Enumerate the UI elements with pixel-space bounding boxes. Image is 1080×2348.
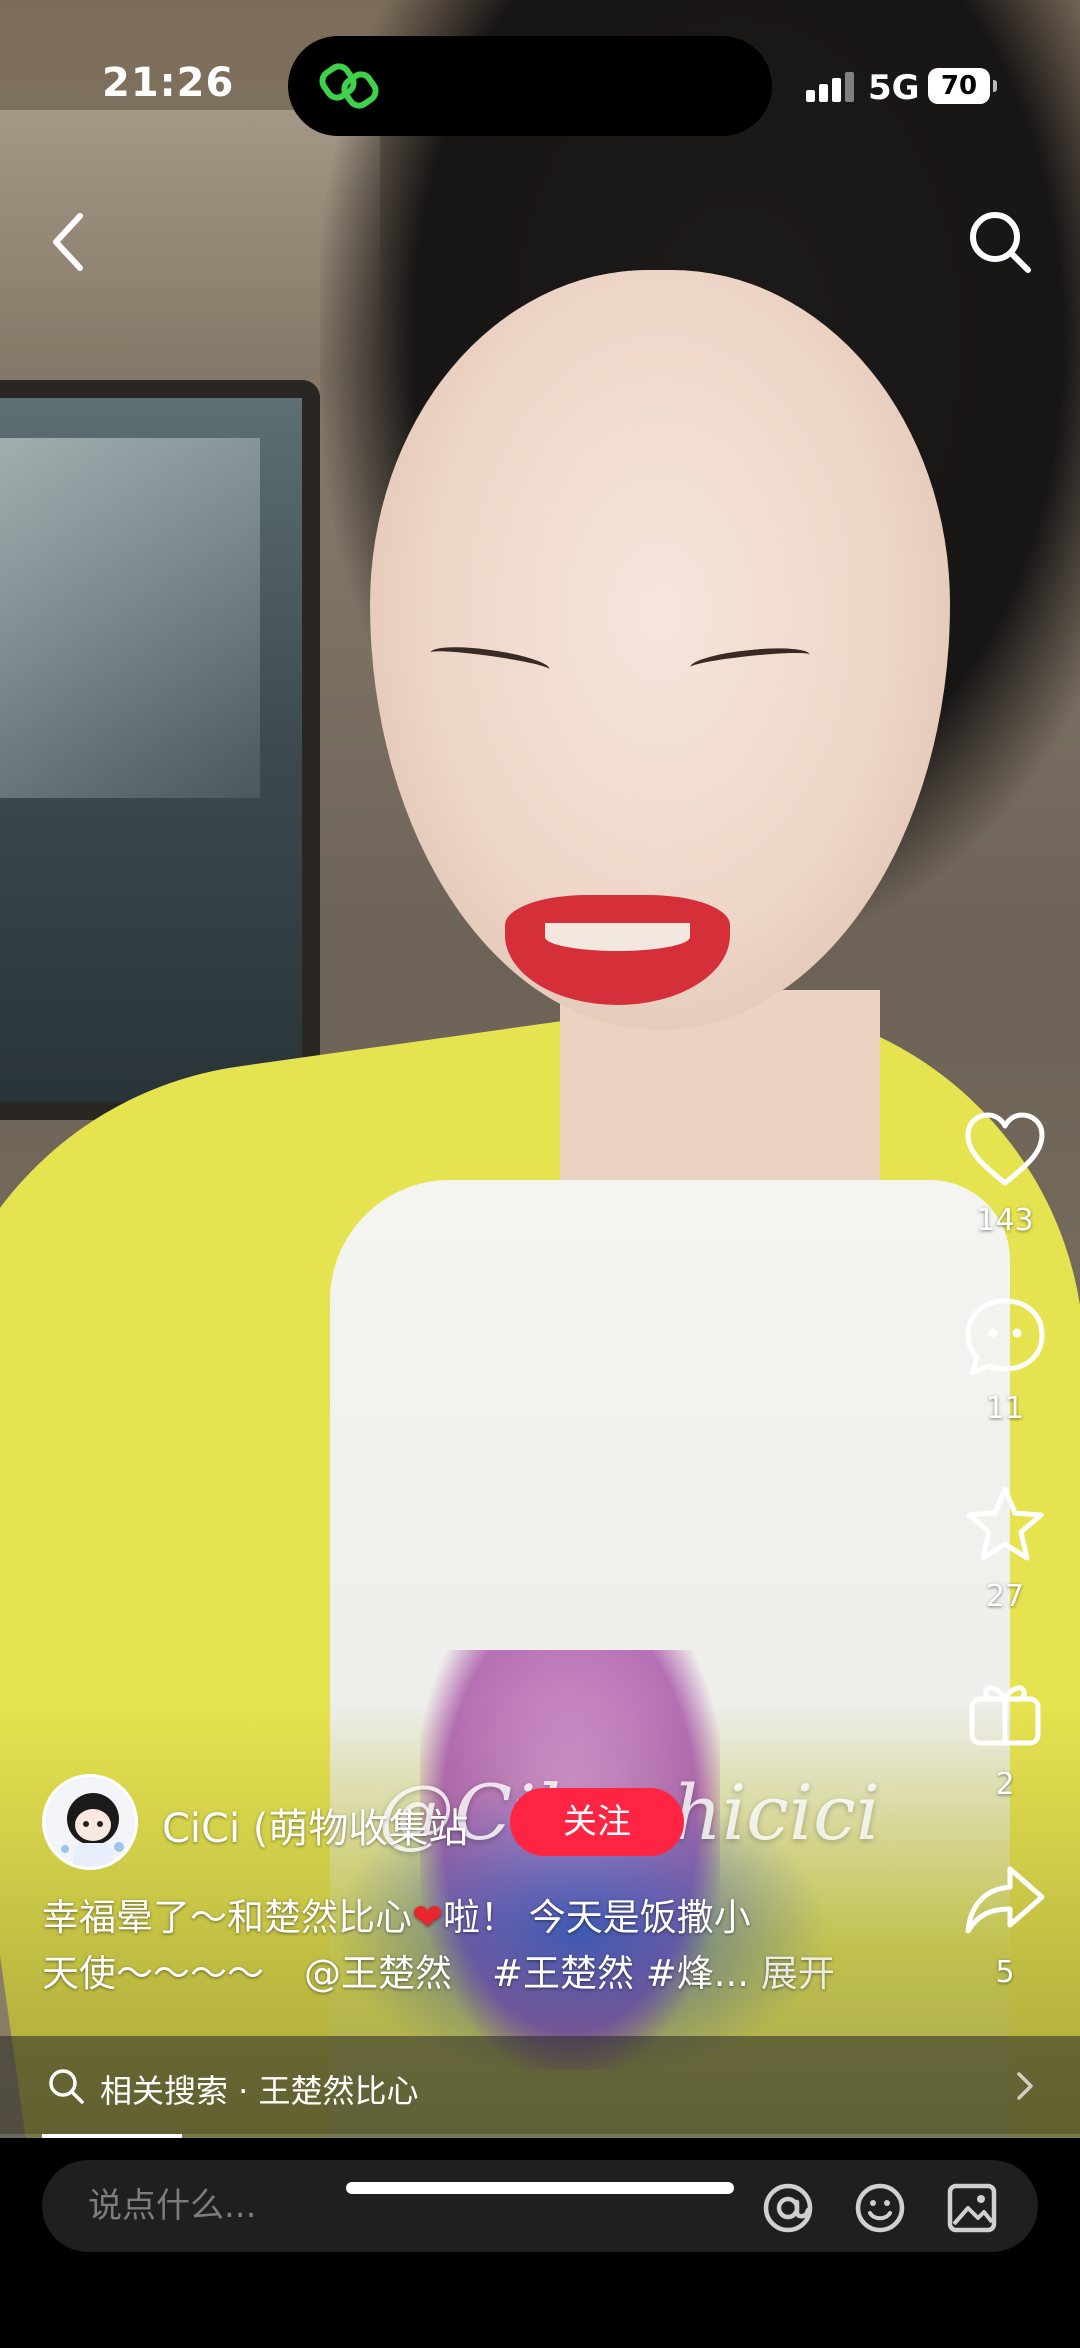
share-icon	[965, 1866, 1045, 1934]
at-icon[interactable]	[760, 2180, 816, 2236]
gift-icon	[969, 1685, 1041, 1746]
share-count: 5	[995, 1955, 1015, 1990]
search-icon[interactable]	[964, 206, 1036, 278]
like-count: 143	[976, 1203, 1034, 1238]
comment-button[interactable]: 11	[950, 1293, 1060, 1426]
avatar-image	[45, 1777, 135, 1867]
like-button[interactable]: 143	[950, 1105, 1060, 1238]
share-button[interactable]: 5	[950, 1857, 1060, 1990]
expand-link[interactable]: 展开	[761, 1952, 835, 1995]
follow-button[interactable]: 关注	[510, 1788, 684, 1856]
screen: 21:26 5G 70 143 11 27 2 5 CiCi (萌物收集站 关注…	[0, 0, 1080, 2348]
battery-icon: 70	[928, 68, 997, 104]
heart-emoji-icon: ❤	[412, 1896, 444, 1939]
related-search-bar[interactable]: 相关搜索 · 王楚然比心	[0, 2036, 1080, 2138]
chevron-left-icon[interactable]	[40, 206, 100, 278]
author-row: CiCi (萌物收集站 关注	[42, 1774, 742, 1874]
image-icon[interactable]	[944, 2180, 1000, 2236]
gift-button[interactable]: 2	[950, 1669, 1060, 1802]
status-time: 21:26	[102, 60, 235, 106]
star-icon	[966, 1486, 1044, 1561]
caption-text: 幸福晕了～和楚然比心	[42, 1896, 412, 1939]
emoji-icon[interactable]	[852, 2180, 908, 2236]
status-bar: 21:26 5G 70	[0, 0, 1080, 136]
avatar[interactable]	[42, 1774, 138, 1870]
related-search-label: 相关搜索 · 王楚然比心	[100, 2072, 419, 2110]
caption-text: 啦！ 今天是饭撒小	[443, 1896, 751, 1939]
comment-box	[42, 2160, 1038, 2252]
comment-bubble-icon	[965, 1298, 1045, 1376]
caption: 幸福晕了～和楚然比心❤啦！ 今天是饭撒小 天使～～～～ @王楚然 #王楚然 #烽..…	[42, 1890, 902, 2002]
comment-bar	[0, 2138, 1080, 2348]
heart-icon	[965, 1112, 1045, 1186]
comment-input[interactable]	[86, 2160, 766, 2252]
gift-count: 2	[995, 1767, 1015, 1802]
chevron-right-icon	[1017, 2072, 1033, 2100]
mention-link[interactable]: @王楚然	[304, 1952, 452, 1995]
signal-icon	[806, 72, 856, 102]
caption-text: 天使～～～～	[42, 1952, 264, 1995]
author-name[interactable]: CiCi (萌物收集站	[162, 1796, 468, 1854]
comment-count: 11	[985, 1391, 1025, 1426]
home-indicator[interactable]	[346, 2182, 734, 2194]
video-background-window	[0, 380, 320, 1120]
hashtag-link[interactable]: #王楚然 #烽...	[492, 1952, 749, 1995]
collect-button[interactable]: 27	[950, 1481, 1060, 1614]
collect-count: 27	[985, 1579, 1025, 1614]
search-icon	[49, 2069, 84, 2104]
dynamic-island	[288, 36, 772, 136]
network-type: 5G	[868, 68, 920, 108]
link-app-icon	[319, 63, 379, 109]
